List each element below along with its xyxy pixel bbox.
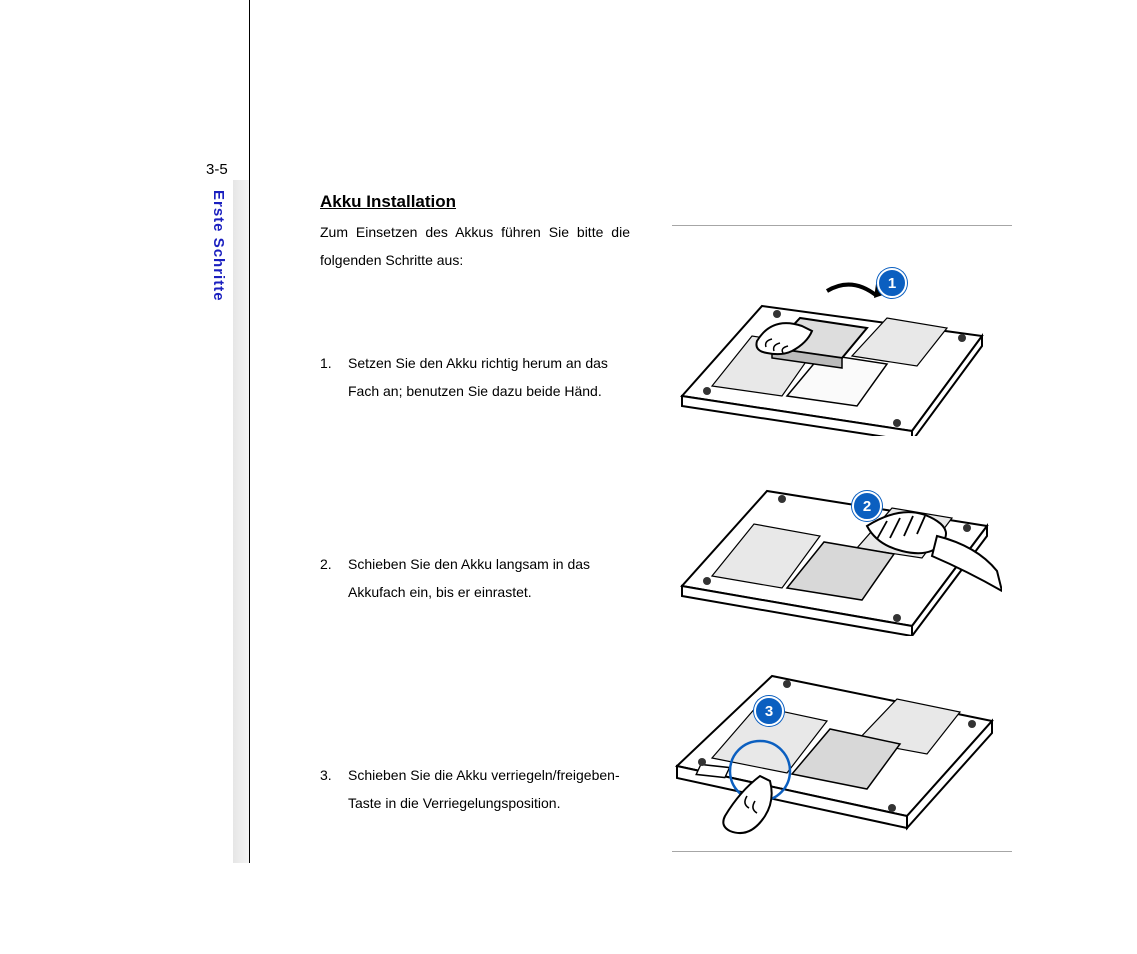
page-number: 3-5 [206,161,228,178]
heading-akku-installation: Akku Installation [320,192,630,212]
intro-text: Zum Einsetzen des Akkus führen Sie bitte… [320,218,630,274]
step-badge-1: 1 [877,268,907,298]
step-3: 3. Schieben Sie die Akku verriegeln/frei… [320,761,630,817]
section-title-vertical: Erste Schritte [210,190,227,302]
step-2-number: 2. [320,550,348,606]
step-1-text: Setzen Sie den Akku richtig herum an das… [348,349,630,405]
laptop-battery-lock-icon [652,636,1002,836]
margin-rule [249,0,250,863]
step-3-number: 3. [320,761,348,817]
figure-step-1: 1 [652,236,1002,436]
step-2: 2. Schieben Sie den Akku langsam in das … [320,550,630,606]
step-1-number: 1. [320,349,348,405]
step-3-text: Schieben Sie die Akku verriegeln/freigeb… [348,761,630,817]
figure-step-2: 2 [652,436,1002,636]
figure-step-3: 3 [652,636,1002,836]
divider-bottom [672,851,1012,852]
step-2-text: Schieben Sie den Akku langsam in das Akk… [348,550,630,606]
laptop-battery-push-icon [652,436,1002,636]
laptop-battery-insert-icon [652,236,1002,436]
step-badge-2: 2 [852,491,882,521]
divider-top [672,225,1012,226]
step-1: 1. Setzen Sie den Akku richtig herum an … [320,349,630,405]
margin-shade [233,180,249,863]
step-badge-3: 3 [754,696,784,726]
